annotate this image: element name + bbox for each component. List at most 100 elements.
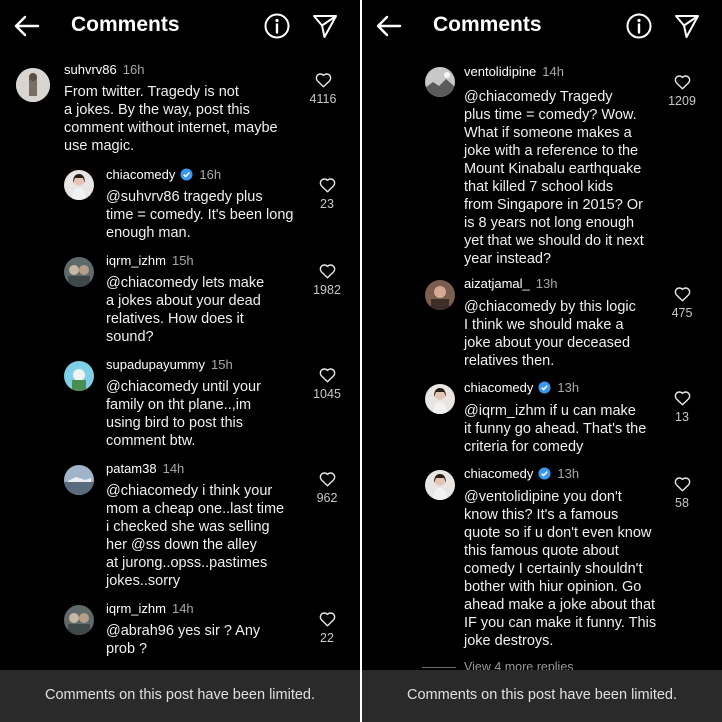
like-button[interactable]: 23 — [302, 177, 352, 211]
like-count: 962 — [316, 491, 338, 505]
comment-item: iqrm_izhm 14h @abrah96 yes sir ? Any prob… — [64, 601, 352, 661]
header: Comments — [0, 0, 360, 52]
header: Comments — [362, 0, 722, 52]
avatar-image — [64, 605, 94, 635]
avatar[interactable] — [64, 170, 94, 200]
avatar[interactable] — [64, 605, 94, 635]
comment-timestamp: 14h — [171, 601, 194, 616]
comment-item: supadupayummy 15h @chiacomedy until your … — [64, 357, 352, 453]
verified-badge-icon — [538, 381, 551, 394]
comment-text: @chiacomedy by this logic I think we sho… — [464, 299, 636, 369]
page-title: Comments — [71, 13, 180, 36]
info-icon[interactable] — [263, 12, 291, 40]
avatar[interactable] — [64, 465, 94, 495]
back-arrow-icon[interactable] — [12, 11, 42, 41]
like-count: 23 — [320, 197, 334, 211]
like-count: 4116 — [309, 92, 337, 106]
info-icon[interactable] — [625, 12, 653, 40]
page-title: Comments — [433, 13, 542, 36]
comment-username[interactable]: chiacomedy — [106, 167, 175, 182]
avatar-image — [425, 470, 455, 500]
back-arrow-icon[interactable] — [374, 11, 404, 41]
comment-text: @abrah96 yes sir ? Any prob ? — [106, 623, 261, 657]
comments-limited-text: Comments on this post have been limited. — [407, 687, 677, 703]
comment-timestamp: 16h — [122, 62, 145, 77]
avatar[interactable] — [425, 67, 455, 97]
comment-text: @chiacomedy lets make a jokes about your… — [106, 275, 265, 345]
avatar-image — [64, 465, 94, 495]
heart-icon — [319, 264, 335, 279]
heart-icon — [674, 287, 690, 302]
comment-username[interactable]: iqrm_izhm — [106, 601, 166, 616]
like-count: 22 — [320, 631, 334, 645]
comment-timestamp: 13h — [557, 466, 580, 481]
comment-text: @chiacomedy until your family on tht pla… — [106, 379, 261, 449]
like-button[interactable]: 58 — [657, 476, 707, 510]
like-count: 1045 — [313, 387, 341, 401]
send-icon[interactable] — [673, 12, 701, 40]
verified-badge-icon — [180, 168, 193, 181]
comments-limited-banner: Comments on this post have been limited. — [362, 670, 722, 722]
like-count: 475 — [671, 306, 693, 320]
comment-item: chiacomedy 16h @suhvrv86 tragedy plus tim… — [64, 167, 352, 243]
heart-icon — [674, 477, 690, 492]
comments-limited-banner: Comments on this post have been limited. — [0, 670, 360, 722]
comment-username[interactable]: ventolidipine — [464, 64, 536, 79]
like-button[interactable]: 475 — [657, 286, 707, 320]
avatar[interactable] — [64, 257, 94, 287]
left-screenshot: Comments suhvrv86 16h From twitter. Trage… — [0, 0, 360, 722]
comment-item: aizatjamal_ 13h @chiacomedy by this logic… — [425, 276, 715, 372]
like-button[interactable]: 4116 — [298, 72, 348, 106]
avatar-image — [64, 361, 94, 391]
like-button[interactable]: 13 — [657, 390, 707, 424]
replies-divider — [422, 667, 456, 669]
comment-username[interactable]: aizatjamal_ — [464, 276, 530, 291]
comment-username[interactable]: patam38 — [106, 461, 157, 476]
avatar-image — [425, 384, 455, 414]
avatar-image — [425, 280, 455, 310]
comment-timestamp: 13h — [557, 380, 580, 395]
comments-limited-text: Comments on this post have been limited. — [45, 687, 315, 703]
comment-username[interactable]: chiacomedy — [464, 380, 533, 395]
like-button[interactable]: 22 — [302, 611, 352, 645]
like-count: 58 — [675, 496, 689, 510]
avatar[interactable] — [425, 384, 455, 414]
comment-item: iqrm_izhm 15h @chiacomedy lets make a jok… — [64, 253, 352, 349]
comment-item: patam38 14h @chiacomedy i think your mom … — [64, 461, 352, 593]
comment-username[interactable]: supadupayummy — [106, 357, 205, 372]
avatar[interactable] — [425, 470, 455, 500]
comment-timestamp: 15h — [171, 253, 194, 268]
like-button[interactable]: 1045 — [302, 367, 352, 401]
comment-username[interactable]: chiacomedy — [464, 466, 533, 481]
comment-item: chiacomedy 13h @ventolidipine you don't k… — [425, 466, 715, 651]
avatar[interactable] — [64, 361, 94, 391]
like-button[interactable]: 962 — [302, 471, 352, 505]
send-icon[interactable] — [311, 12, 339, 40]
avatar[interactable] — [425, 280, 455, 310]
comment-username[interactable]: suhvrv86 — [64, 62, 117, 77]
heart-icon — [674, 75, 690, 90]
comment-text: @chiacomedy Tragedy plus time = comedy? … — [464, 89, 644, 267]
comment-text: From twitter. Tragedy is not a jokes. By… — [64, 84, 278, 154]
avatar[interactable] — [16, 68, 50, 102]
comment-text: @chiacomedy i think your mom a cheap one… — [106, 483, 285, 589]
verified-badge-icon — [538, 467, 551, 480]
like-button[interactable]: 1982 — [302, 263, 352, 297]
comment-username[interactable]: iqrm_izhm — [106, 253, 166, 268]
comment-timestamp: 15h — [211, 357, 233, 372]
heart-icon — [319, 178, 335, 193]
comment-text: @ventolidipine you don't know this? It's… — [464, 489, 657, 649]
avatar-image — [64, 170, 94, 200]
like-count: 1209 — [668, 94, 696, 108]
like-count: 1982 — [313, 283, 341, 297]
comment-timestamp: 14h — [162, 461, 185, 476]
like-button[interactable]: 1209 — [657, 74, 707, 108]
heart-icon — [319, 612, 335, 627]
comment-item: ventolidipine 14h @chiacomedy Tragedy plu… — [425, 64, 715, 269]
comment-item: chiacomedy 13h @iqrm_izhm if u can make i… — [425, 380, 715, 460]
comment-timestamp: 13h — [535, 276, 558, 291]
comment-timestamp: 16h — [199, 167, 222, 182]
comment-item: suhvrv86 16h From twitter. Tragedy is not… — [16, 62, 352, 158]
comment-text: @iqrm_izhm if u can make it funny go ahe… — [464, 403, 647, 455]
heart-icon — [319, 472, 335, 487]
